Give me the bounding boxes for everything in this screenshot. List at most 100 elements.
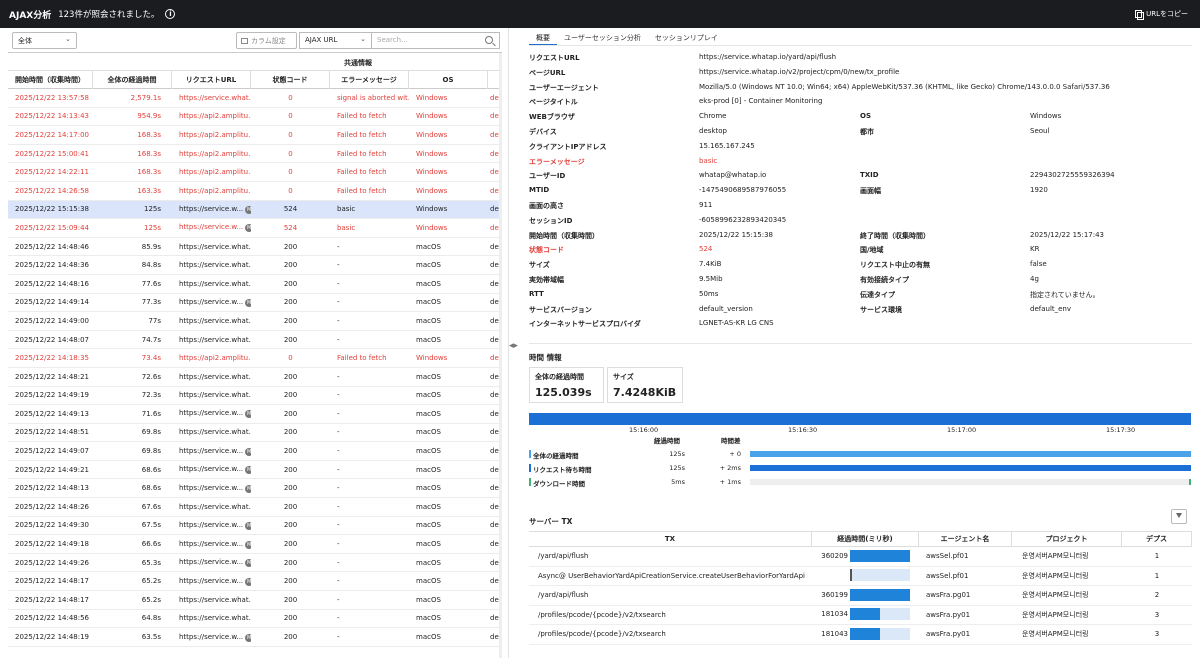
error-message-cell: - [337, 316, 340, 325]
table-row[interactable]: 2025/12/22 14:49:30 67.5s https://service.… [8, 517, 502, 536]
table-row[interactable]: 2025/12/22 15:00:41 168.3s https://api2.am… [8, 145, 502, 164]
server-tx-body: /yard/api/flush 360209 awsSel.pf01 운영서버APM모… [529, 547, 1192, 645]
table-row[interactable]: 2025/12/22 14:17:00 168.3s https://api2.am… [8, 126, 502, 145]
table-row[interactable]: 2025/12/22 14:48:19 63.5s https://service.… [8, 628, 502, 647]
start-time-cell: 2025/12/22 13:57:58 [15, 93, 90, 102]
request-url-text: https://service.w... [179, 576, 244, 585]
start-time-cell: 2025/12/22 14:49:19 [15, 391, 90, 400]
search-field-select[interactable]: AJAX URL ⌄ [299, 32, 371, 49]
request-url-cell: https://service.w... M [172, 409, 251, 419]
table-row[interactable]: 2025/12/22 14:48:16 77.6s https://service.… [8, 275, 502, 294]
server-tx-column-header[interactable]: 経過時間(ミリ秒) [812, 532, 919, 546]
tab-user-session[interactable]: ユーザーセッション分析 [557, 30, 648, 46]
server-tx-row[interactable]: Async@ UserBehaviorYardApiCreationServic… [529, 567, 1192, 586]
os-cell: macOS [416, 633, 441, 642]
elapsed-cell: 168.3s [137, 130, 161, 139]
table-row[interactable]: 2025/12/22 14:49:19 72.3s https://service.… [8, 387, 502, 406]
ajax-list-panel: 全体 ⌄ カラム設定 AJAX URL ⌄ Search... 共通情報 開始時… [0, 28, 508, 658]
table-row[interactable]: 2025/12/22 14:48:26 67.6s https://service.… [8, 498, 502, 517]
error-message-cell: - [337, 335, 340, 344]
table-row[interactable]: 2025/12/22 14:49:14 77.3s https://service.… [8, 294, 502, 313]
table-row[interactable]: 2025/12/22 14:48:17 65.2s https://service.… [8, 591, 502, 610]
table-row[interactable]: 2025/12/22 15:09:44 125s https://service.w… [8, 219, 502, 238]
detail-value: 9.5Mib [699, 274, 723, 283]
table-row[interactable]: 2025/12/22 13:57:58 2,579.1s https://servi… [8, 89, 502, 108]
page-title: AJAX分析 [9, 10, 52, 21]
table-row[interactable]: 2025/12/22 14:48:17 65.2s https://service.… [8, 572, 502, 592]
server-tx-column-header[interactable]: TX [529, 532, 812, 546]
start-time-cell: 2025/12/22 14:48:46 [15, 242, 90, 251]
column-header[interactable]: エラーメッセージ [330, 71, 409, 89]
status-code-cell: 200 [283, 614, 298, 623]
elapsed-cell: 64.8s [141, 614, 161, 623]
error-message-cell: basic [337, 205, 356, 214]
table-row[interactable]: 2025/12/22 14:48:21 72.6s https://service.… [8, 368, 502, 387]
table-row[interactable]: 2025/12/22 14:48:46 85.9s https://service.… [8, 238, 502, 257]
os-cell: macOS [416, 465, 441, 474]
tabs-divider [529, 45, 1192, 46]
request-url-text: https://service.w... [179, 539, 244, 548]
column-group-header: 共通情報 [8, 53, 502, 71]
table-row[interactable]: 2025/12/22 14:48:07 74.7s https://service.… [8, 331, 502, 350]
column-header[interactable]: OS [409, 71, 488, 89]
search-icon[interactable] [485, 36, 493, 44]
table-row[interactable]: 2025/12/22 14:48:56 64.8s https://service.… [8, 610, 502, 629]
timeline-color-marker [529, 450, 531, 458]
tx-name-cell: /yard/api/flush [538, 552, 589, 561]
table-row[interactable]: 2025/12/22 14:49:13 71.6s https://service.… [8, 405, 502, 424]
server-tx-row[interactable]: /profiles/pcode/{pcode}/v2/txsearch 18103… [529, 606, 1192, 625]
detail-row: 開始時間（収集時間） 2025/12/22 15:15:38 終了時間（収集時間） 2… [529, 228, 1192, 243]
scope-select[interactable]: 全体 ⌄ [12, 32, 77, 49]
error-message-cell: - [337, 465, 340, 474]
os-cell: macOS [416, 558, 441, 567]
search-input[interactable]: Search... [371, 32, 500, 49]
error-message-cell: - [337, 595, 340, 604]
server-tx-column-header[interactable]: プロジェクト [1012, 532, 1122, 546]
table-row[interactable]: 2025/12/22 15:15:38 125s https://service.w… [8, 200, 502, 220]
table-row[interactable]: 2025/12/22 14:49:18 66.6s https://service.… [8, 535, 502, 554]
status-code-cell: 200 [283, 595, 298, 604]
vertical-scrollbar[interactable] [499, 53, 502, 658]
elapsed-cell: 125s [143, 223, 161, 232]
column-settings-button[interactable]: カラム設定 [236, 32, 297, 49]
filter-button[interactable] [1171, 509, 1187, 524]
table-row[interactable]: 2025/12/22 14:26:58 163.3s https://api2.am… [8, 182, 502, 201]
table-row[interactable]: 2025/12/22 14:49:07 69.8s https://service.… [8, 442, 502, 461]
error-message-cell: Failed to fetch [337, 149, 387, 158]
detail-value: KR [1030, 245, 1040, 254]
table-row[interactable]: 2025/12/22 14:49:26 65.3s https://service.… [8, 554, 502, 573]
error-message-cell: Failed to fetch [337, 168, 387, 177]
request-url-text: https://service.w... [179, 409, 244, 418]
table-row[interactable]: 2025/12/22 14:48:36 84.8s https://service.… [8, 256, 502, 275]
detail-value: 50ms [699, 289, 719, 298]
start-time-cell: 2025/12/22 14:48:19 [15, 633, 90, 642]
table-row[interactable]: 2025/12/22 14:48:13 68.6s https://service.… [8, 479, 502, 499]
info-icon[interactable]: i [165, 9, 176, 19]
table-row[interactable]: 2025/12/22 14:13:43 954.9s https://api2.am… [8, 108, 502, 127]
tx-duration-bar [850, 588, 910, 601]
table-row[interactable]: 2025/12/22 14:49:00 77s https://service.wh… [8, 312, 502, 331]
os-cell: Windows [416, 130, 448, 139]
detail-value: 1920 [1030, 186, 1048, 195]
server-tx-row[interactable]: /profiles/pcode/{pcode}/v2/txsearch 18104… [529, 625, 1192, 645]
panel-splitter[interactable]: ◂▸ [508, 28, 519, 658]
server-tx-column-header[interactable]: エージェント名 [919, 532, 1012, 546]
table-row[interactable]: 2025/12/22 14:18:35 73.4s https://api2.amp… [8, 349, 502, 368]
table-row[interactable]: 2025/12/22 14:48:51 69.8s https://service.… [8, 424, 502, 443]
column-header[interactable]: 全体の経過時間 [93, 71, 172, 89]
server-tx-column-header[interactable]: デプス [1122, 532, 1192, 546]
status-code-cell: 0 [288, 130, 293, 139]
detail-value: Seoul [1030, 126, 1050, 135]
column-header[interactable]: リクエストURL [172, 71, 251, 89]
server-tx-row[interactable]: /yard/api/flush 360199 awsFra.pg01 운영서버APM모… [529, 586, 1192, 606]
column-header[interactable]: 状態コード [251, 71, 330, 89]
tab-summary[interactable]: 概要 [529, 30, 557, 46]
os-cell: macOS [416, 372, 441, 381]
table-row[interactable]: 2025/12/22 14:49:21 68.6s https://service.… [8, 461, 502, 480]
server-tx-row[interactable]: /yard/api/flush 360209 awsSel.pf01 운영서버APM모… [529, 547, 1192, 567]
table-row[interactable]: 2025/12/22 14:22:11 168.3s https://api2.am… [8, 163, 502, 182]
detail-row: リクエストURL https://service.whatap.io/yard/a… [529, 50, 1192, 65]
column-header[interactable]: 開始時間（収集時間） [8, 71, 93, 89]
copy-url-button[interactable]: URLをコピー [1135, 9, 1188, 20]
tab-session-replay[interactable]: セッションリプレイ [648, 30, 725, 46]
